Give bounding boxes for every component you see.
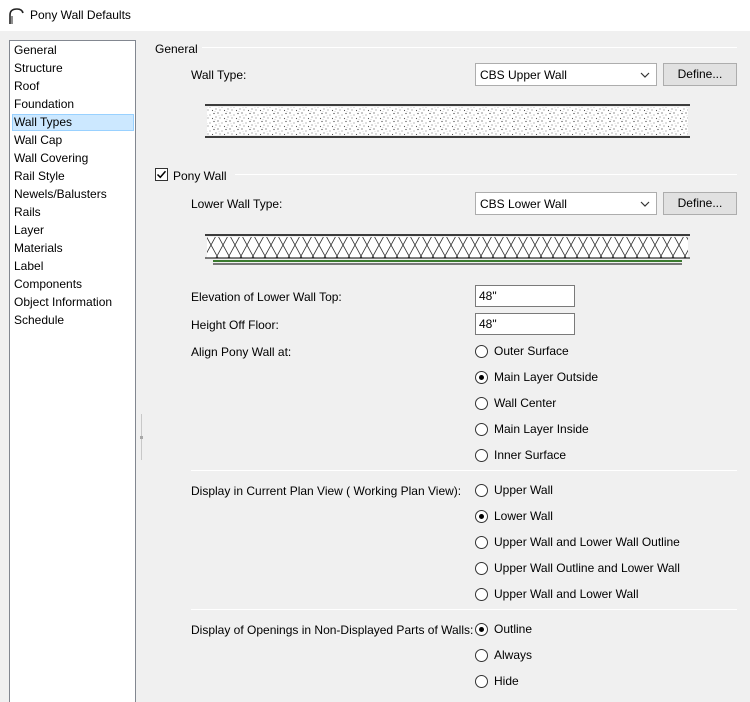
display-plan-option-label[interactable]: Upper Wall and Lower Wall Outline [494, 535, 680, 549]
sidebar-item-rails[interactable]: Rails [12, 204, 43, 221]
align-option-label[interactable]: Outer Surface [494, 344, 569, 358]
general-divider [202, 47, 737, 48]
lower-wall-preview [205, 234, 690, 265]
splitter-grip-icon [140, 436, 143, 439]
align-option-label[interactable]: Main Layer Outside [494, 370, 598, 384]
sidebar-item-general[interactable]: General [12, 42, 59, 59]
sidebar-item-roof[interactable]: Roof [12, 78, 41, 95]
height-off-floor-label: Height Off Floor: [191, 318, 279, 332]
chevron-down-icon [640, 201, 650, 207]
align-option-label[interactable]: Main Layer Inside [494, 422, 589, 436]
display-plan-option-label[interactable]: Upper Wall and Lower Wall [494, 587, 639, 601]
lower-wall-type-value: CBS Lower Wall [480, 197, 567, 211]
define-upper-wall-button[interactable]: Define... [663, 63, 737, 86]
radio-empty-icon[interactable] [475, 449, 488, 462]
radio-selected-icon[interactable] [475, 623, 488, 636]
category-list[interactable]: General Structure Roof Foundation Wall Types… [9, 40, 136, 702]
elevation-label: Elevation of Lower Wall Top: [191, 290, 342, 304]
radio-selected-icon[interactable] [475, 371, 488, 384]
checkmark-icon [156, 170, 167, 179]
sidebar-item-schedule[interactable]: Schedule [12, 312, 66, 329]
sidebar-item-layer[interactable]: Layer [12, 222, 46, 239]
radio-dot-icon [479, 627, 484, 632]
upper-wall-preview [205, 104, 690, 138]
align-divider [191, 470, 737, 471]
sidebar-item-wall-cap[interactable]: Wall Cap [12, 132, 64, 149]
radio-empty-icon[interactable] [475, 536, 488, 549]
radio-empty-icon[interactable] [475, 484, 488, 497]
general-section-title: General [155, 42, 198, 56]
radio-empty-icon[interactable] [475, 345, 488, 358]
lower-wall-type-dropdown[interactable]: CBS Lower Wall [475, 192, 657, 215]
arch-icon [9, 8, 24, 24]
display-openings-option-label[interactable]: Outline [494, 622, 532, 636]
radio-dot-icon [479, 514, 484, 519]
chevron-down-icon [640, 72, 650, 78]
pony-wall-label[interactable]: Pony Wall [173, 169, 227, 183]
display-plan-divider [191, 609, 737, 610]
wall-type-label: Wall Type: [191, 68, 247, 82]
window-title: Pony Wall Defaults [30, 8, 131, 22]
sidebar-item-wall-types[interactable]: Wall Types [12, 114, 134, 131]
align-pony-wall-label: Align Pony Wall at: [191, 345, 292, 359]
lower-wall-type-label: Lower Wall Type: [191, 197, 283, 211]
elevation-input[interactable]: 48" [475, 285, 575, 307]
display-plan-option-label[interactable]: Upper Wall [494, 483, 553, 497]
pony-wall-divider [235, 174, 737, 175]
sidebar-item-foundation[interactable]: Foundation [12, 96, 76, 113]
sidebar-item-components[interactable]: Components [12, 276, 84, 293]
display-openings-label: Display of Openings in Non-Displayed Par… [191, 623, 474, 637]
sidebar-item-object-information[interactable]: Object Information [12, 294, 114, 311]
sidebar-item-wall-covering[interactable]: Wall Covering [12, 150, 90, 167]
height-off-floor-input[interactable]: 48" [475, 313, 575, 335]
radio-empty-icon[interactable] [475, 423, 488, 436]
radio-dot-icon [479, 375, 484, 380]
sidebar-item-newels-balusters[interactable]: Newels/Balusters [12, 186, 109, 203]
align-option-label[interactable]: Inner Surface [494, 448, 566, 462]
wall-type-value: CBS Upper Wall [480, 68, 567, 82]
display-plan-label: Display in Current Plan View ( Working P… [191, 484, 462, 498]
display-openings-option-label[interactable]: Always [494, 648, 532, 662]
display-plan-option-label[interactable]: Lower Wall [494, 509, 553, 523]
sidebar-item-structure[interactable]: Structure [12, 60, 65, 77]
wall-type-dropdown[interactable]: CBS Upper Wall [475, 63, 657, 86]
radio-selected-icon[interactable] [475, 510, 488, 523]
radio-empty-icon[interactable] [475, 649, 488, 662]
radio-empty-icon[interactable] [475, 397, 488, 410]
sidebar-item-materials[interactable]: Materials [12, 240, 65, 257]
pony-wall-checkbox[interactable] [155, 168, 168, 181]
title-bar: Pony Wall Defaults [0, 0, 750, 31]
radio-empty-icon[interactable] [475, 562, 488, 575]
align-option-label[interactable]: Wall Center [494, 396, 556, 410]
display-openings-option-label[interactable]: Hide [494, 674, 519, 688]
display-plan-option-label[interactable]: Upper Wall Outline and Lower Wall [494, 561, 680, 575]
sidebar-item-rail-style[interactable]: Rail Style [12, 168, 67, 185]
radio-empty-icon[interactable] [475, 675, 488, 688]
sidebar-item-label[interactable]: Label [12, 258, 45, 275]
radio-empty-icon[interactable] [475, 588, 488, 601]
define-lower-wall-button[interactable]: Define... [663, 192, 737, 215]
